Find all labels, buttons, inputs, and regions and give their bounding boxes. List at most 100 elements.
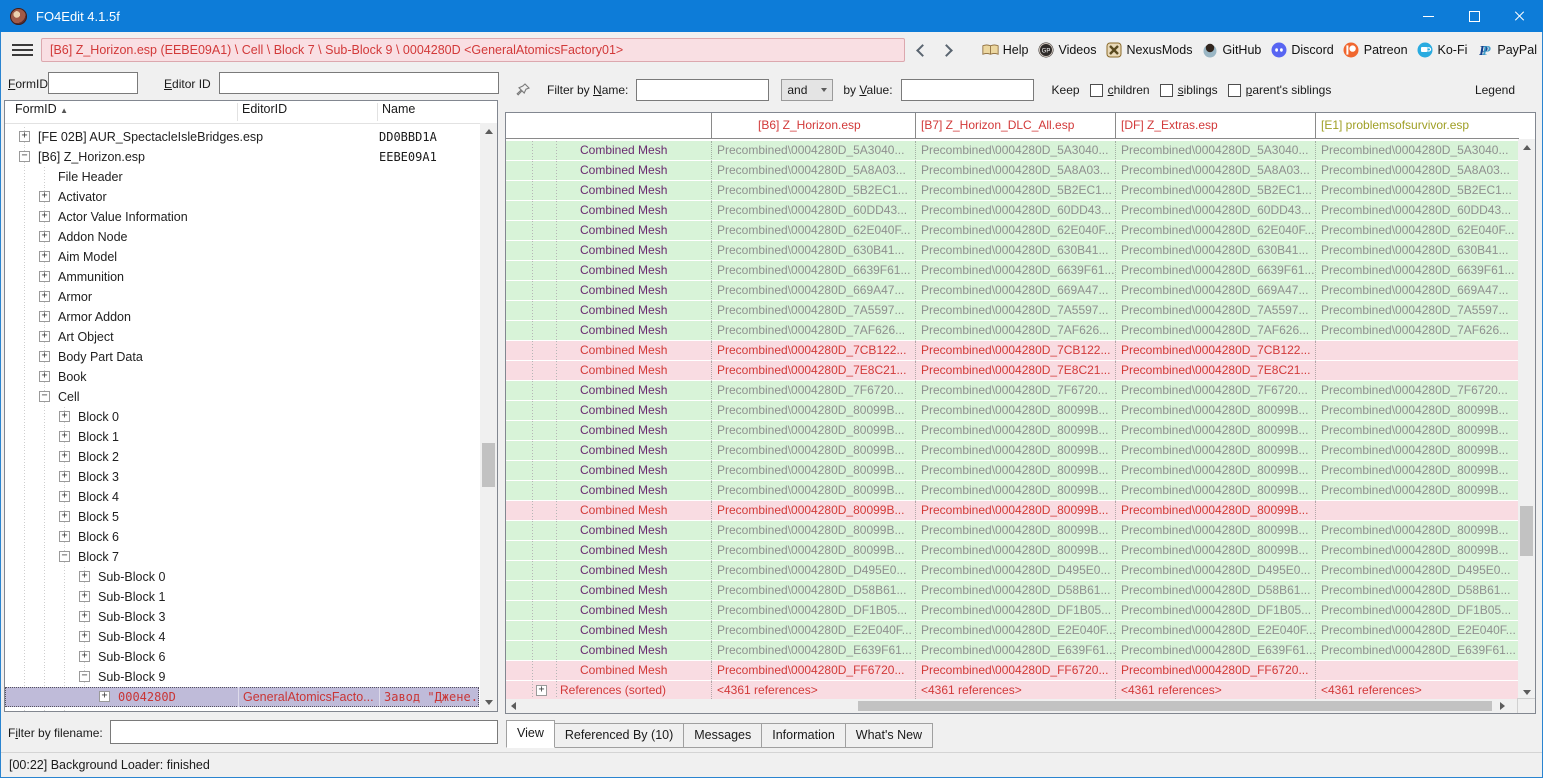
value-cell[interactable]: Precombined\0004280D_5B2EC1... xyxy=(1316,181,1519,201)
expand-icon[interactable]: + xyxy=(59,411,70,422)
legend-link[interactable]: Legend xyxy=(1475,83,1515,97)
value-cell[interactable]: Precombined\0004280D_D495E0... xyxy=(1316,561,1519,581)
record-name-cell[interactable]: Combined Mesh xyxy=(506,481,712,501)
value-cell[interactable]: Precombined\0004280D_7E8C21... xyxy=(712,361,916,381)
value-cell[interactable]: <4361 references> xyxy=(1116,681,1316,701)
record-name-cell[interactable]: Combined Mesh xyxy=(506,301,712,321)
record-name-cell[interactable]: Combined Mesh xyxy=(506,381,712,401)
tab-referenced-by[interactable]: Referenced By (10) xyxy=(554,723,684,748)
value-cell[interactable]: Precombined\0004280D_62E040F... xyxy=(916,221,1116,241)
value-cell[interactable]: Precombined\0004280D_669A47... xyxy=(712,281,916,301)
value-cell[interactable]: Precombined\0004280D_80099B... xyxy=(1316,401,1519,421)
table-vertical-scrollbar[interactable] xyxy=(1518,139,1535,701)
table-row[interactable]: Combined Mesh Precombined\0004280D_80099B… xyxy=(506,421,1519,441)
value-cell[interactable]: Precombined\0004280D_5A3040... xyxy=(1116,141,1316,161)
table-row[interactable]: Combined Mesh Precombined\0004280D_80099B… xyxy=(506,401,1519,421)
value-cell[interactable]: <4361 references> xyxy=(916,681,1116,701)
tree-row[interactable]: +Block 2 xyxy=(5,447,479,467)
expand-icon[interactable]: + xyxy=(79,611,90,622)
value-cell[interactable]: Precombined\0004280D_80099B... xyxy=(1316,421,1519,441)
expand-icon[interactable]: + xyxy=(536,685,547,696)
table-row[interactable]: Combined Mesh Precombined\0004280D_7F6720… xyxy=(506,381,1519,401)
table-row[interactable]: Combined Mesh Precombined\0004280D_E2E040… xyxy=(506,621,1519,641)
value-cell[interactable]: Precombined\0004280D_62E040F... xyxy=(1316,221,1519,241)
forward-button[interactable] xyxy=(937,38,959,62)
tree-row[interactable]: −Cell xyxy=(5,387,479,407)
back-button[interactable] xyxy=(910,38,932,62)
record-name-cell[interactable]: Combined Mesh xyxy=(506,621,712,641)
table-row[interactable]: Combined MeshPrecombined\0004280D_E639F6… xyxy=(506,641,1519,661)
value-cell[interactable]: Precombined\0004280D_80099B... xyxy=(1316,521,1519,541)
tree-row[interactable]: +Block 4 xyxy=(5,487,479,507)
value-cell[interactable]: Precombined\0004280D_7AF626... xyxy=(1316,321,1519,341)
value-cell[interactable]: Precombined\0004280D_6639F61... xyxy=(1116,261,1316,281)
help-link[interactable]: Help xyxy=(982,42,1029,59)
tree-row[interactable]: +Book xyxy=(5,367,479,387)
table-row[interactable]: Combined MeshPrecombined\0004280D_80099B… xyxy=(506,501,1519,521)
record-name-cell[interactable]: Combined Mesh xyxy=(506,401,712,421)
scroll-down-button[interactable] xyxy=(480,694,497,711)
expand-icon[interactable]: + xyxy=(39,251,50,262)
value-cell[interactable]: Precombined\0004280D_80099B... xyxy=(712,501,916,521)
record-name-cell[interactable]: Combined Mesh xyxy=(506,421,712,441)
table-row[interactable]: Combined MeshPrecombined\0004280D_DF1B05… xyxy=(506,601,1519,621)
value-cell[interactable]: Precombined\0004280D_80099B... xyxy=(916,541,1116,561)
expand-icon[interactable]: + xyxy=(79,591,90,602)
table-row[interactable]: Combined Mesh Precombined\0004280D_80099B… xyxy=(506,481,1519,501)
value-cell[interactable]: Precombined\0004280D_62E040F... xyxy=(1116,221,1316,241)
record-name-cell[interactable]: Combined Mesh xyxy=(506,361,712,381)
value-cell[interactable]: Precombined\0004280D_5A3040... xyxy=(1316,141,1519,161)
record-name-cell[interactable]: Combined Mesh xyxy=(506,161,712,181)
value-cell[interactable]: Precombined\0004280D_80099B... xyxy=(1316,441,1519,461)
nexusmods-link[interactable]: NexusMods xyxy=(1105,42,1192,59)
tree-row[interactable]: +Aim Model xyxy=(5,247,479,267)
record-name-cell[interactable]: Combined Mesh xyxy=(506,181,712,201)
pin-icon[interactable] xyxy=(514,82,531,99)
tree-vertical-scrollbar[interactable] xyxy=(480,123,497,711)
tree-row-selected[interactable]: +0004280DGeneralAtomicsFacto...Завод "Дж… xyxy=(5,687,479,707)
tree-row[interactable]: +Art Object xyxy=(5,327,479,347)
references-row[interactable]: +References (sorted)<4361 references><43… xyxy=(506,681,1519,701)
value-cell[interactable]: Precombined\0004280D_DF1B05... xyxy=(712,601,916,621)
value-cell[interactable]: Precombined\0004280D_80099B... xyxy=(1116,401,1316,421)
table-row[interactable]: Combined MeshPrecombined\0004280D_80099B… xyxy=(506,441,1519,461)
value-cell[interactable]: Precombined\0004280D_80099B... xyxy=(1116,481,1316,501)
tab-view[interactable]: View xyxy=(506,720,555,748)
value-cell[interactable]: Precombined\0004280D_5A8A03... xyxy=(712,161,916,181)
value-cell[interactable]: Precombined\0004280D_D58B61... xyxy=(1316,581,1519,601)
filter-operator-select[interactable]: and xyxy=(781,79,833,101)
record-name-cell[interactable]: Combined Mesh xyxy=(506,461,712,481)
table-row[interactable]: Combined MeshPrecombined\0004280D_5A3040… xyxy=(506,141,1519,161)
expand-icon[interactable]: + xyxy=(39,271,50,282)
table-row[interactable]: Combined MeshPrecombined\0004280D_60DD43… xyxy=(506,201,1519,221)
value-cell[interactable]: Precombined\0004280D_669A47... xyxy=(1316,281,1519,301)
value-cell[interactable]: <4361 references> xyxy=(1316,681,1519,701)
value-cell[interactable]: Precombined\0004280D_DF1B05... xyxy=(1116,601,1316,621)
table-row[interactable]: Combined MeshPrecombined\0004280D_80099B… xyxy=(506,461,1519,481)
value-cell[interactable]: Precombined\0004280D_FF6720... xyxy=(712,661,916,681)
tree-row[interactable]: +Actor Value Information xyxy=(5,207,479,227)
expand-icon[interactable]: + xyxy=(59,711,70,712)
expand-icon[interactable]: + xyxy=(59,511,70,522)
expand-icon[interactable]: + xyxy=(59,471,70,482)
keep-parents-siblings-checkbox[interactable]: parent's siblings xyxy=(1228,83,1332,97)
value-cell[interactable]: Precombined\0004280D_7AF626... xyxy=(916,321,1116,341)
value-cell[interactable]: Precombined\0004280D_6639F61... xyxy=(712,261,916,281)
expand-icon[interactable]: + xyxy=(39,211,50,222)
formid-input[interactable] xyxy=(48,72,138,94)
tree-row[interactable]: +Block 6 xyxy=(5,527,479,547)
record-name-cell[interactable]: Combined Mesh xyxy=(506,221,712,241)
value-cell[interactable]: Precombined\0004280D_7AF626... xyxy=(712,321,916,341)
scroll-up-button[interactable] xyxy=(1518,139,1535,156)
value-cell[interactable]: Precombined\0004280D_80099B... xyxy=(1116,501,1316,521)
value-cell[interactable]: Precombined\0004280D_7F6720... xyxy=(1316,381,1519,401)
expand-icon[interactable]: + xyxy=(19,131,30,142)
value-cell[interactable]: Precombined\0004280D_E2E040F... xyxy=(1316,621,1519,641)
tree-header-formid[interactable]: FormID ▲ xyxy=(15,102,68,116)
tree-row[interactable]: +Armor Addon xyxy=(5,307,479,327)
record-name-cell[interactable]: Combined Mesh xyxy=(506,601,712,621)
keep-siblings-checkbox[interactable]: siblings xyxy=(1160,83,1218,97)
value-cell[interactable]: Precombined\0004280D_7AF626... xyxy=(1116,321,1316,341)
tree-row[interactable]: +Body Part Data xyxy=(5,347,479,367)
collapse-icon[interactable]: − xyxy=(19,151,30,162)
